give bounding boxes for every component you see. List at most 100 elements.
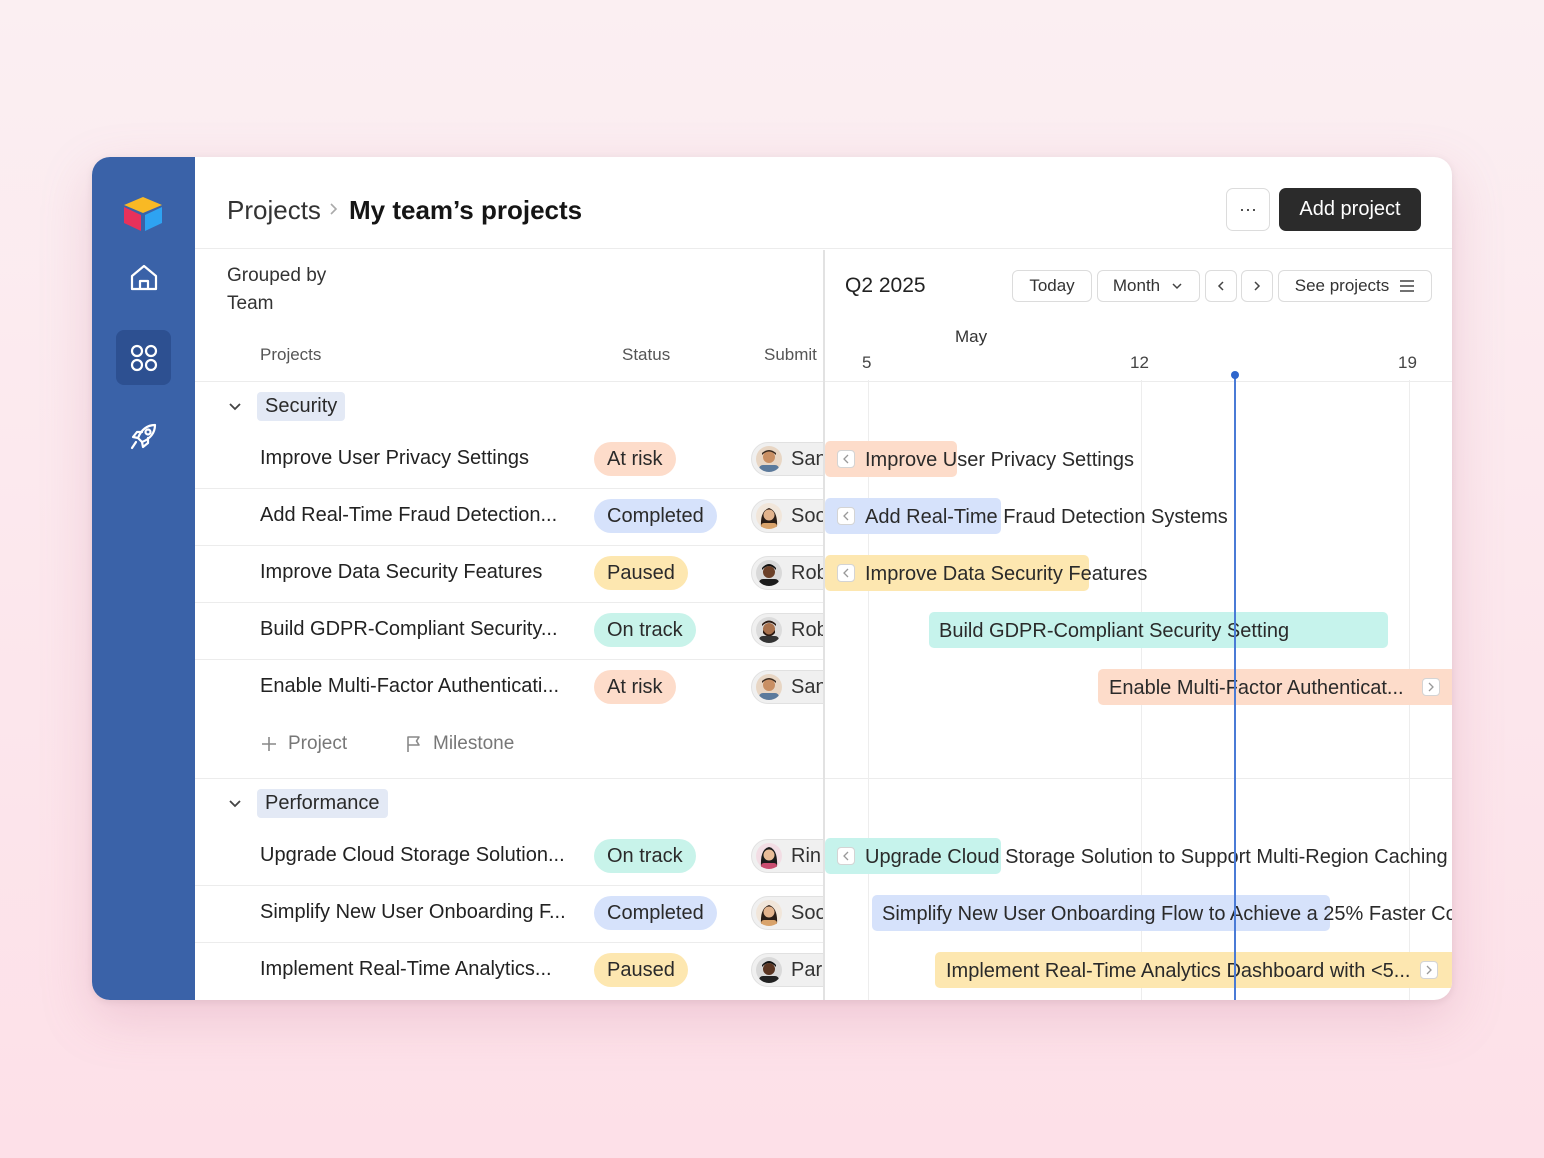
sidebar-home[interactable] <box>116 249 171 304</box>
main-area: Projects My team’s projects ··· Add proj… <box>195 157 1452 1000</box>
project-name[interactable]: Improve Data Security Features <box>260 561 542 584</box>
scroll-left-icon[interactable] <box>837 450 855 468</box>
status-badge[interactable]: Completed <box>594 896 717 930</box>
plus-icon <box>262 737 276 751</box>
table-row[interactable]: Improve User Privacy Settings At risk Sa… <box>195 431 823 488</box>
status-badge[interactable]: Paused <box>594 953 688 987</box>
sidebar-apps[interactable] <box>116 330 171 385</box>
chevron-right-icon <box>1254 281 1261 291</box>
avatar <box>756 503 782 529</box>
group-tag: Security <box>257 391 346 421</box>
owner-chip[interactable]: Soo <box>751 896 823 930</box>
chevron-down-icon[interactable] <box>227 398 243 414</box>
owner-chip[interactable]: Soo <box>751 499 823 533</box>
table-row[interactable]: Enable Multi-Factor Authenticati... At r… <box>195 659 823 716</box>
project-name[interactable]: Add Real-Time Fraud Detection... <box>260 504 557 527</box>
add-project-button[interactable]: Add project <box>1279 188 1421 231</box>
owner-chip[interactable]: San <box>751 442 823 476</box>
scroll-left-icon[interactable] <box>837 507 855 525</box>
chevron-right-icon <box>330 203 338 215</box>
chevron-left-icon <box>1217 281 1224 291</box>
column-header-status[interactable]: Status <box>622 345 670 365</box>
today-marker-dot <box>1231 371 1239 379</box>
status-badge[interactable]: At risk <box>594 442 676 476</box>
prev-button[interactable] <box>1205 270 1237 302</box>
owner-chip[interactable]: Rin <box>751 839 823 873</box>
avatar <box>756 560 782 586</box>
project-name[interactable]: Simplify New User Onboarding F... <box>260 901 566 924</box>
status-badge[interactable]: Paused <box>594 556 688 590</box>
grouping-label[interactable]: Grouped by Team <box>227 262 326 318</box>
avatar <box>756 900 782 926</box>
table-row[interactable]: Add Real-Time Fraud Detection... Complet… <box>195 488 823 545</box>
sidebar <box>92 157 195 1000</box>
table-row[interactable]: Upgrade Cloud Storage Solution... On tra… <box>195 828 823 885</box>
group-header-security[interactable]: Security <box>227 391 346 421</box>
add-project-link[interactable]: Project <box>260 733 347 755</box>
status-badge[interactable]: At risk <box>594 670 676 704</box>
timeline-bar-label: Enable Multi-Factor Authenticat... <box>1109 677 1404 699</box>
owner-name: Soo <box>791 901 823 924</box>
grouping-value: Team <box>227 293 274 314</box>
status-badge[interactable]: On track <box>594 839 696 873</box>
owner-chip[interactable]: Rob <box>751 556 823 590</box>
flag-icon <box>407 736 420 752</box>
grid-icon <box>130 344 157 371</box>
avatar <box>756 617 782 643</box>
owner-name: Rob <box>791 561 823 584</box>
timeline: Q2 2025 Today Month See projects May 5 1… <box>825 250 1452 1000</box>
page-title: My team’s projects <box>349 195 583 225</box>
avatar <box>756 843 782 869</box>
group-header-performance[interactable]: Performance <box>227 788 388 818</box>
timeline-bar-label: Implement Real-Time Analytics Dashboard … <box>946 960 1411 982</box>
sidebar-launch[interactable] <box>116 408 171 463</box>
project-name[interactable]: Implement Real-Time Analytics... <box>260 958 552 981</box>
table-row[interactable]: Implement Real-Time Analytics... Paused … <box>195 942 823 999</box>
table-row[interactable]: Simplify New User Onboarding F... Comple… <box>195 885 823 942</box>
timeline-bar-label: Simplify New User Onboarding Flow to Ach… <box>882 903 1452 925</box>
owner-name: San <box>791 675 823 698</box>
scroll-right-icon[interactable] <box>1420 961 1438 979</box>
app-window: Projects My team’s projects ··· Add proj… <box>92 157 1452 1000</box>
chevron-down-icon[interactable] <box>227 795 243 811</box>
list-icon <box>1400 280 1415 292</box>
view-select[interactable]: Month <box>1097 270 1200 302</box>
owner-chip[interactable]: Par <box>751 953 823 987</box>
more-options-button[interactable]: ··· <box>1226 188 1270 231</box>
owner-chip[interactable]: San <box>751 670 823 704</box>
timeline-bar-label: Add Real-Time Fraud Detection Systems <box>865 506 1228 528</box>
next-button[interactable] <box>1241 270 1273 302</box>
column-header-submitter[interactable]: Submit <box>764 345 817 365</box>
project-name[interactable]: Improve User Privacy Settings <box>260 447 529 470</box>
avatar <box>756 957 782 983</box>
chevron-down-icon <box>1172 283 1182 290</box>
status-badge[interactable]: On track <box>594 613 696 647</box>
avatar <box>756 446 782 472</box>
table-row[interactable]: Build GDPR-Compliant Security... On trac… <box>195 602 823 659</box>
day-label: 12 <box>1130 353 1149 372</box>
scroll-right-icon[interactable] <box>1422 678 1440 696</box>
owner-name: Soo <box>791 504 823 527</box>
owner-name: Rob <box>791 618 823 641</box>
add-milestone-link[interactable]: Milestone <box>405 733 514 755</box>
day-label: 5 <box>862 353 872 372</box>
project-name[interactable]: Enable Multi-Factor Authenticati... <box>260 675 559 698</box>
rocket-icon <box>130 423 156 449</box>
day-label: 19 <box>1398 353 1417 372</box>
see-projects-button[interactable]: See projects <box>1278 270 1432 302</box>
scroll-left-icon[interactable] <box>837 564 855 582</box>
today-button[interactable]: Today <box>1012 270 1092 302</box>
scroll-left-icon[interactable] <box>837 847 855 865</box>
owner-name: Par <box>791 958 823 981</box>
status-badge[interactable]: Completed <box>594 499 717 533</box>
table-row[interactable]: Improve Data Security Features Paused Ro… <box>195 545 823 602</box>
owner-chip[interactable]: Rob <box>751 613 823 647</box>
breadcrumb-projects[interactable]: Projects <box>227 195 321 226</box>
timeline-bar-label: Upgrade Cloud Storage Solution to Suppor… <box>865 846 1448 868</box>
project-name[interactable]: Build GDPR-Compliant Security... <box>260 618 558 641</box>
project-name[interactable]: Upgrade Cloud Storage Solution... <box>260 844 565 867</box>
app-logo-icon[interactable] <box>120 193 166 233</box>
column-header-projects[interactable]: Projects <box>260 345 321 365</box>
month-label: May <box>955 327 988 346</box>
timeline-bar-label: Improve Data Security Features <box>865 563 1148 585</box>
